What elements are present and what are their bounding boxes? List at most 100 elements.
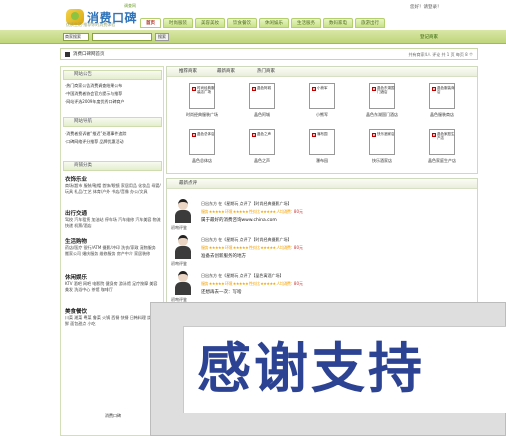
reviewer-name[interactable]: 初吻评鉴 (171, 225, 201, 231)
category-heading[interactable]: 衣饰乐业 (65, 175, 87, 183)
broken-image-icon: × (372, 133, 376, 137)
search-button[interactable]: 搜索 (155, 33, 169, 41)
rating-stars: 服务 ★★★★★ 环境 ★★★★★ 性价比 ★★★★★ 人均消费： (201, 209, 294, 214)
category-links[interactable]: 川菜 湘菜 粤菜 鲁菜 火锅 西餐 快餐 日韩料理 烧烤 海鲜 面包甜点 小吃 (65, 315, 161, 327)
category-links[interactable]: 驾校 汽车租赁 加油站 停车场 汽车维修 汽车美容 物流快递 机票/酒店 (65, 217, 161, 229)
merchant-name[interactable]: 晶色家庭生产店 (417, 158, 467, 164)
thumbnail-alt-text: 晶色东湖国门酒店 (377, 86, 395, 94)
user-avatar[interactable] (173, 199, 193, 223)
thumbnail-alt-text: 快乐酒家店 (377, 132, 395, 136)
nav-item[interactable]: 数码家电 (323, 18, 353, 28)
avatar-head (178, 235, 188, 246)
category-links[interactable]: 药店/医疗 银行/ATM 摄影/冲印 洗衣/家政 宠物服务 搬家公司 婚庆服务 … (65, 245, 161, 257)
nav-item[interactable]: 时尚服装 (163, 18, 193, 28)
review-meta[interactable]: 日出东方 在《星期玩 点评了【时尚经典摄影广场】 (201, 237, 401, 243)
merchant-name[interactable]: 晶色服装商店 (417, 112, 467, 118)
tab-popular[interactable]: 热门商家 (257, 68, 275, 76)
search-type-select[interactable]: 商家搜索 (63, 33, 89, 41)
thanks-text: 感谢支持 (197, 337, 425, 400)
guide-item[interactable]: ·口碑网络评分推荐 品牌优惠活动 (65, 139, 124, 145)
merchant-thumbnail[interactable]: × 时尚经典服装店广场 (189, 83, 215, 109)
nav-item[interactable]: 首页 (140, 18, 161, 28)
review-content[interactable]: 属于最好的消费咨询www.china.com (201, 217, 277, 223)
nav-item[interactable]: 生活服务 (291, 18, 321, 28)
rating-stars: 服务 ★★★★★ 环境 ★★★★★ 性价比 ★★★★★ 人均消费： (201, 245, 294, 250)
notice-section-title: 网站公告 (63, 70, 162, 80)
thanks-popup[interactable]: 感谢支持 (150, 302, 506, 436)
broken-image-icon: × (192, 133, 196, 137)
merchant-name[interactable]: 晶色之声 (237, 158, 287, 164)
register-merchant-link[interactable]: 登记商家 (420, 34, 438, 40)
thumbnail-alt-text: 晶色服装商店 (437, 86, 455, 94)
notice-item[interactable]: ·网站评选2009年度优秀口碑商户 (65, 99, 124, 105)
thumbnail-alt-text: 晶色阿城 (257, 86, 271, 90)
search-bar: 商家搜索 搜索 登记商家 (0, 30, 506, 44)
site-header: 消费口碑 调查网 优质生活·推荐你的消费体验 您好！请登录！ 首页 时尚服装 美容美… (0, 0, 506, 30)
nav-item[interactable]: 休闲娱乐 (259, 18, 289, 28)
avatar-body (175, 210, 191, 223)
user-avatar[interactable] (173, 235, 193, 259)
avatar-body (175, 246, 191, 259)
thumbnail-alt-text: 时尚经典服装店广场 (197, 86, 215, 94)
merchant-thumbnail[interactable]: × 瀑布园 (309, 129, 335, 155)
average-price: 80元 (293, 281, 304, 286)
site-slogan: 优质生活·推荐你的消费体验 (66, 22, 116, 27)
broken-image-icon: × (192, 87, 196, 91)
nav-item[interactable]: 旅游出行 (355, 18, 385, 28)
merchant-tabbar: 推荐商家 最新商家 热门商家 (167, 67, 477, 77)
merchant-name[interactable]: 时尚经典服装广场 (177, 112, 227, 118)
notice-item[interactable]: ·中国消费者协会官方提示与推荐 (65, 91, 122, 97)
tab-recommended[interactable]: 推荐商家 (179, 68, 197, 76)
broken-image-icon: × (252, 133, 256, 137)
average-price: 80元 (293, 245, 304, 250)
reviewer-name[interactable]: 初吻评鉴 (171, 261, 201, 267)
merchant-name[interactable]: 小熊军 (297, 112, 347, 118)
thumbnail-alt-text: 晶色家庭生产店 (437, 132, 455, 140)
merchant-thumbnail[interactable]: × 晶色总体店 (189, 129, 215, 155)
merchant-name[interactable]: 晶色东湖国门酒店 (357, 112, 407, 118)
merchant-thumbnail[interactable]: × 晶色东湖国门酒店 (369, 83, 395, 109)
review-content[interactable]: 还想再去一次：写啥 (201, 289, 242, 295)
thumbnail-alt-text: 晶色总体店 (197, 132, 215, 136)
listing-summary: 共有商家4人 评论 共 1 页 每页 8 个 (408, 52, 473, 57)
merchant-name[interactable]: 晶色阿城 (237, 112, 287, 118)
review-meta[interactable]: 日出东方 在《星期玩 点评了【时尚经典摄影广场】 (201, 201, 401, 207)
category-heading[interactable]: 休闲娱乐 (65, 273, 87, 281)
user-avatar[interactable] (173, 271, 193, 295)
category-links[interactable]: KTV 酒吧 网吧 电影院 健身房 游泳馆 足疗按摩 美容美发 洗浴中心 茶馆 … (65, 281, 161, 293)
sidebar-footer: 消费口碑 (105, 413, 121, 418)
review-content[interactable]: 准备去创新服务的地方 (201, 253, 246, 259)
merchant-name[interactable]: 快乐酒家店 (357, 158, 407, 164)
merchant-thumbnail[interactable]: × 晶色服装商店 (429, 83, 455, 109)
category-heading[interactable]: 美食餐饮 (65, 307, 87, 315)
category-heading[interactable]: 生活购物 (65, 237, 87, 245)
category-links[interactable]: 商场/超市 服装/鞋帽 首饰/眼镜 家居用品 化妆品 母婴/玩具 礼品/工艺 体… (65, 183, 161, 195)
avatar-head (178, 271, 188, 282)
nav-item[interactable]: 美容美妆 (195, 18, 225, 28)
guide-item[interactable]: ·消费者投诉被“推迟”处理事件追踪 (65, 131, 126, 137)
left-sidebar: 网站公告 ·热门商家公告消费调查结果公布 ·中国消费者协会官方提示与推荐 ·网站… (60, 66, 164, 436)
logo-subtext: 调查网 (124, 3, 136, 8)
search-input[interactable] (92, 33, 152, 41)
breadcrumb: 消费口碑网首页 共有商家4人 评论 共 1 页 每页 8 个 (60, 48, 478, 60)
review-meta[interactable]: 日出东方 在《星期玩 点评了【晶色寓酒广场】 (201, 273, 401, 279)
thumbnail-alt-text: 瀑布园 (317, 132, 328, 136)
nav-item[interactable]: 饮食餐饮 (227, 18, 257, 28)
category-heading[interactable]: 出行交通 (65, 209, 87, 217)
merchant-thumbnail[interactable]: × 快乐酒家店 (369, 129, 395, 155)
review-ratings: 服务 ★★★★★ 环境 ★★★★★ 性价比 ★★★★★ 人均消费：80元 (201, 281, 411, 287)
breadcrumb-text[interactable]: 消费口碑网首页 (73, 51, 105, 58)
broken-image-icon: × (252, 87, 256, 91)
merchant-name[interactable]: 晶色总体店 (177, 158, 227, 164)
reviews-title: 最新点评 (179, 181, 197, 186)
average-price: 80元 (293, 209, 304, 214)
tab-newest[interactable]: 最新商家 (217, 68, 235, 76)
merchant-thumbnail[interactable]: × 晶色阿城 (249, 83, 275, 109)
merchant-thumbnail[interactable]: × 晶色家庭生产店 (429, 129, 455, 155)
merchant-thumbnail[interactable]: × 小熊军 (309, 83, 335, 109)
review-ratings: 服务 ★★★★★ 环境 ★★★★★ 性价比 ★★★★★ 人均消费：80元 (201, 209, 411, 215)
login-link[interactable]: 您好！请登录！ (410, 4, 442, 10)
notice-item[interactable]: ·热门商家公告消费调查结果公布 (65, 83, 122, 89)
merchant-thumbnail[interactable]: × 晶色之声 (249, 129, 275, 155)
merchant-name[interactable]: 瀑布园 (297, 158, 347, 164)
